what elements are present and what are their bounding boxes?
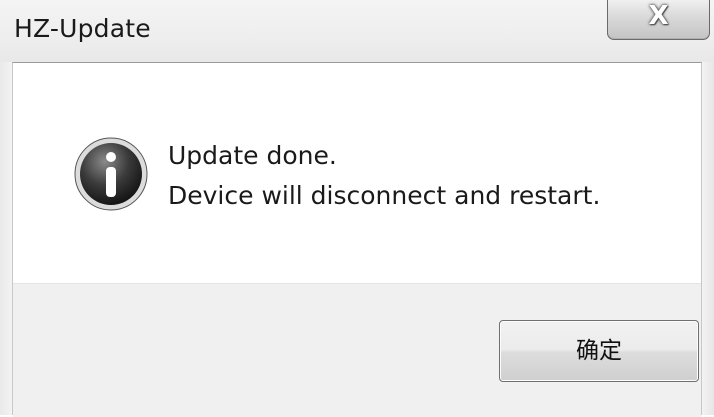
update-dialog: HZ-Update X Update done. Device will dis… — [0, 0, 714, 417]
window-title: HZ-Update — [14, 14, 151, 43]
close-button[interactable]: X — [607, 0, 710, 40]
ok-button[interactable]: 确定 — [499, 320, 699, 382]
message-line-1: Update done. — [168, 141, 337, 170]
dialog-body: Update done. Device will disconnect and … — [12, 62, 702, 417]
window-frame-left — [0, 62, 12, 415]
info-icon — [74, 137, 148, 211]
title-bar: HZ-Update X — [0, 0, 714, 62]
window-frame-right — [702, 62, 714, 415]
close-icon: X — [648, 1, 669, 31]
button-area: 确定 — [13, 283, 701, 417]
message-area: Update done. Device will disconnect and … — [13, 63, 701, 283]
message-line-2: Device will disconnect and restart. — [168, 181, 601, 210]
